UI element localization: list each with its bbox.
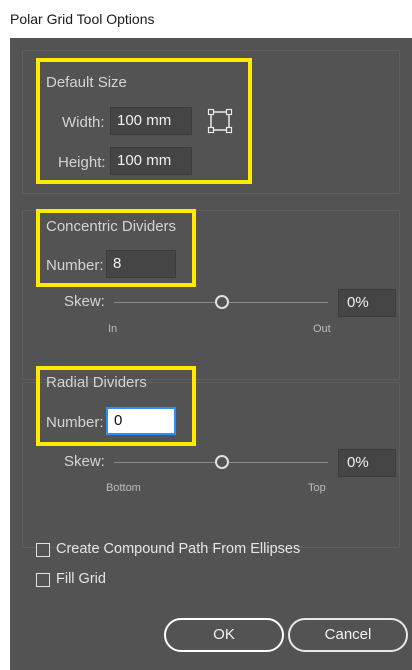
height-field[interactable]: 100 mm [110,147,192,175]
radial-max-label: Top [308,482,326,494]
default-size-heading: Default Size [46,74,127,91]
concentric-max-label: Out [313,323,331,335]
concentric-skew-field[interactable]: 0% [338,289,396,317]
radial-number-field[interactable]: 0 [106,407,176,435]
reference-point-icon[interactable] [207,108,233,134]
concentric-skew-label: Skew: [64,293,105,310]
radial-skew-field[interactable]: 0% [338,449,396,477]
title-bar: Polar Grid Tool Options [0,0,412,38]
height-label: Height: [58,154,106,171]
window-title: Polar Grid Tool Options [10,11,155,27]
radial-min-label: Bottom [106,482,141,494]
fill-grid-checkbox[interactable] [36,573,50,587]
compound-path-checkbox[interactable] [36,543,50,557]
width-field[interactable]: 100 mm [110,107,192,135]
concentric-dividers-heading: Concentric Dividers [46,218,177,235]
radial-skew-knob[interactable] [215,455,229,469]
radial-number-label: Number: [46,414,104,431]
concentric-skew-knob[interactable] [215,295,229,309]
fill-grid-label: Fill Grid [56,571,106,587]
radial-skew-label: Skew: [64,453,105,470]
concentric-number-label: Number: [46,257,104,274]
concentric-min-label: In [108,323,118,335]
radial-dividers-heading: Radial Dividers [46,374,147,391]
ok-button[interactable]: OK [164,618,284,652]
cancel-button[interactable]: Cancel [288,618,408,652]
compound-path-label: Create Compound Path From Ellipses [56,541,301,557]
dialog-body: Default Size Width: 100 mm Height: 100 m… [10,38,412,670]
width-label: Width: [62,114,105,131]
concentric-number-field[interactable]: 8 [106,250,176,278]
